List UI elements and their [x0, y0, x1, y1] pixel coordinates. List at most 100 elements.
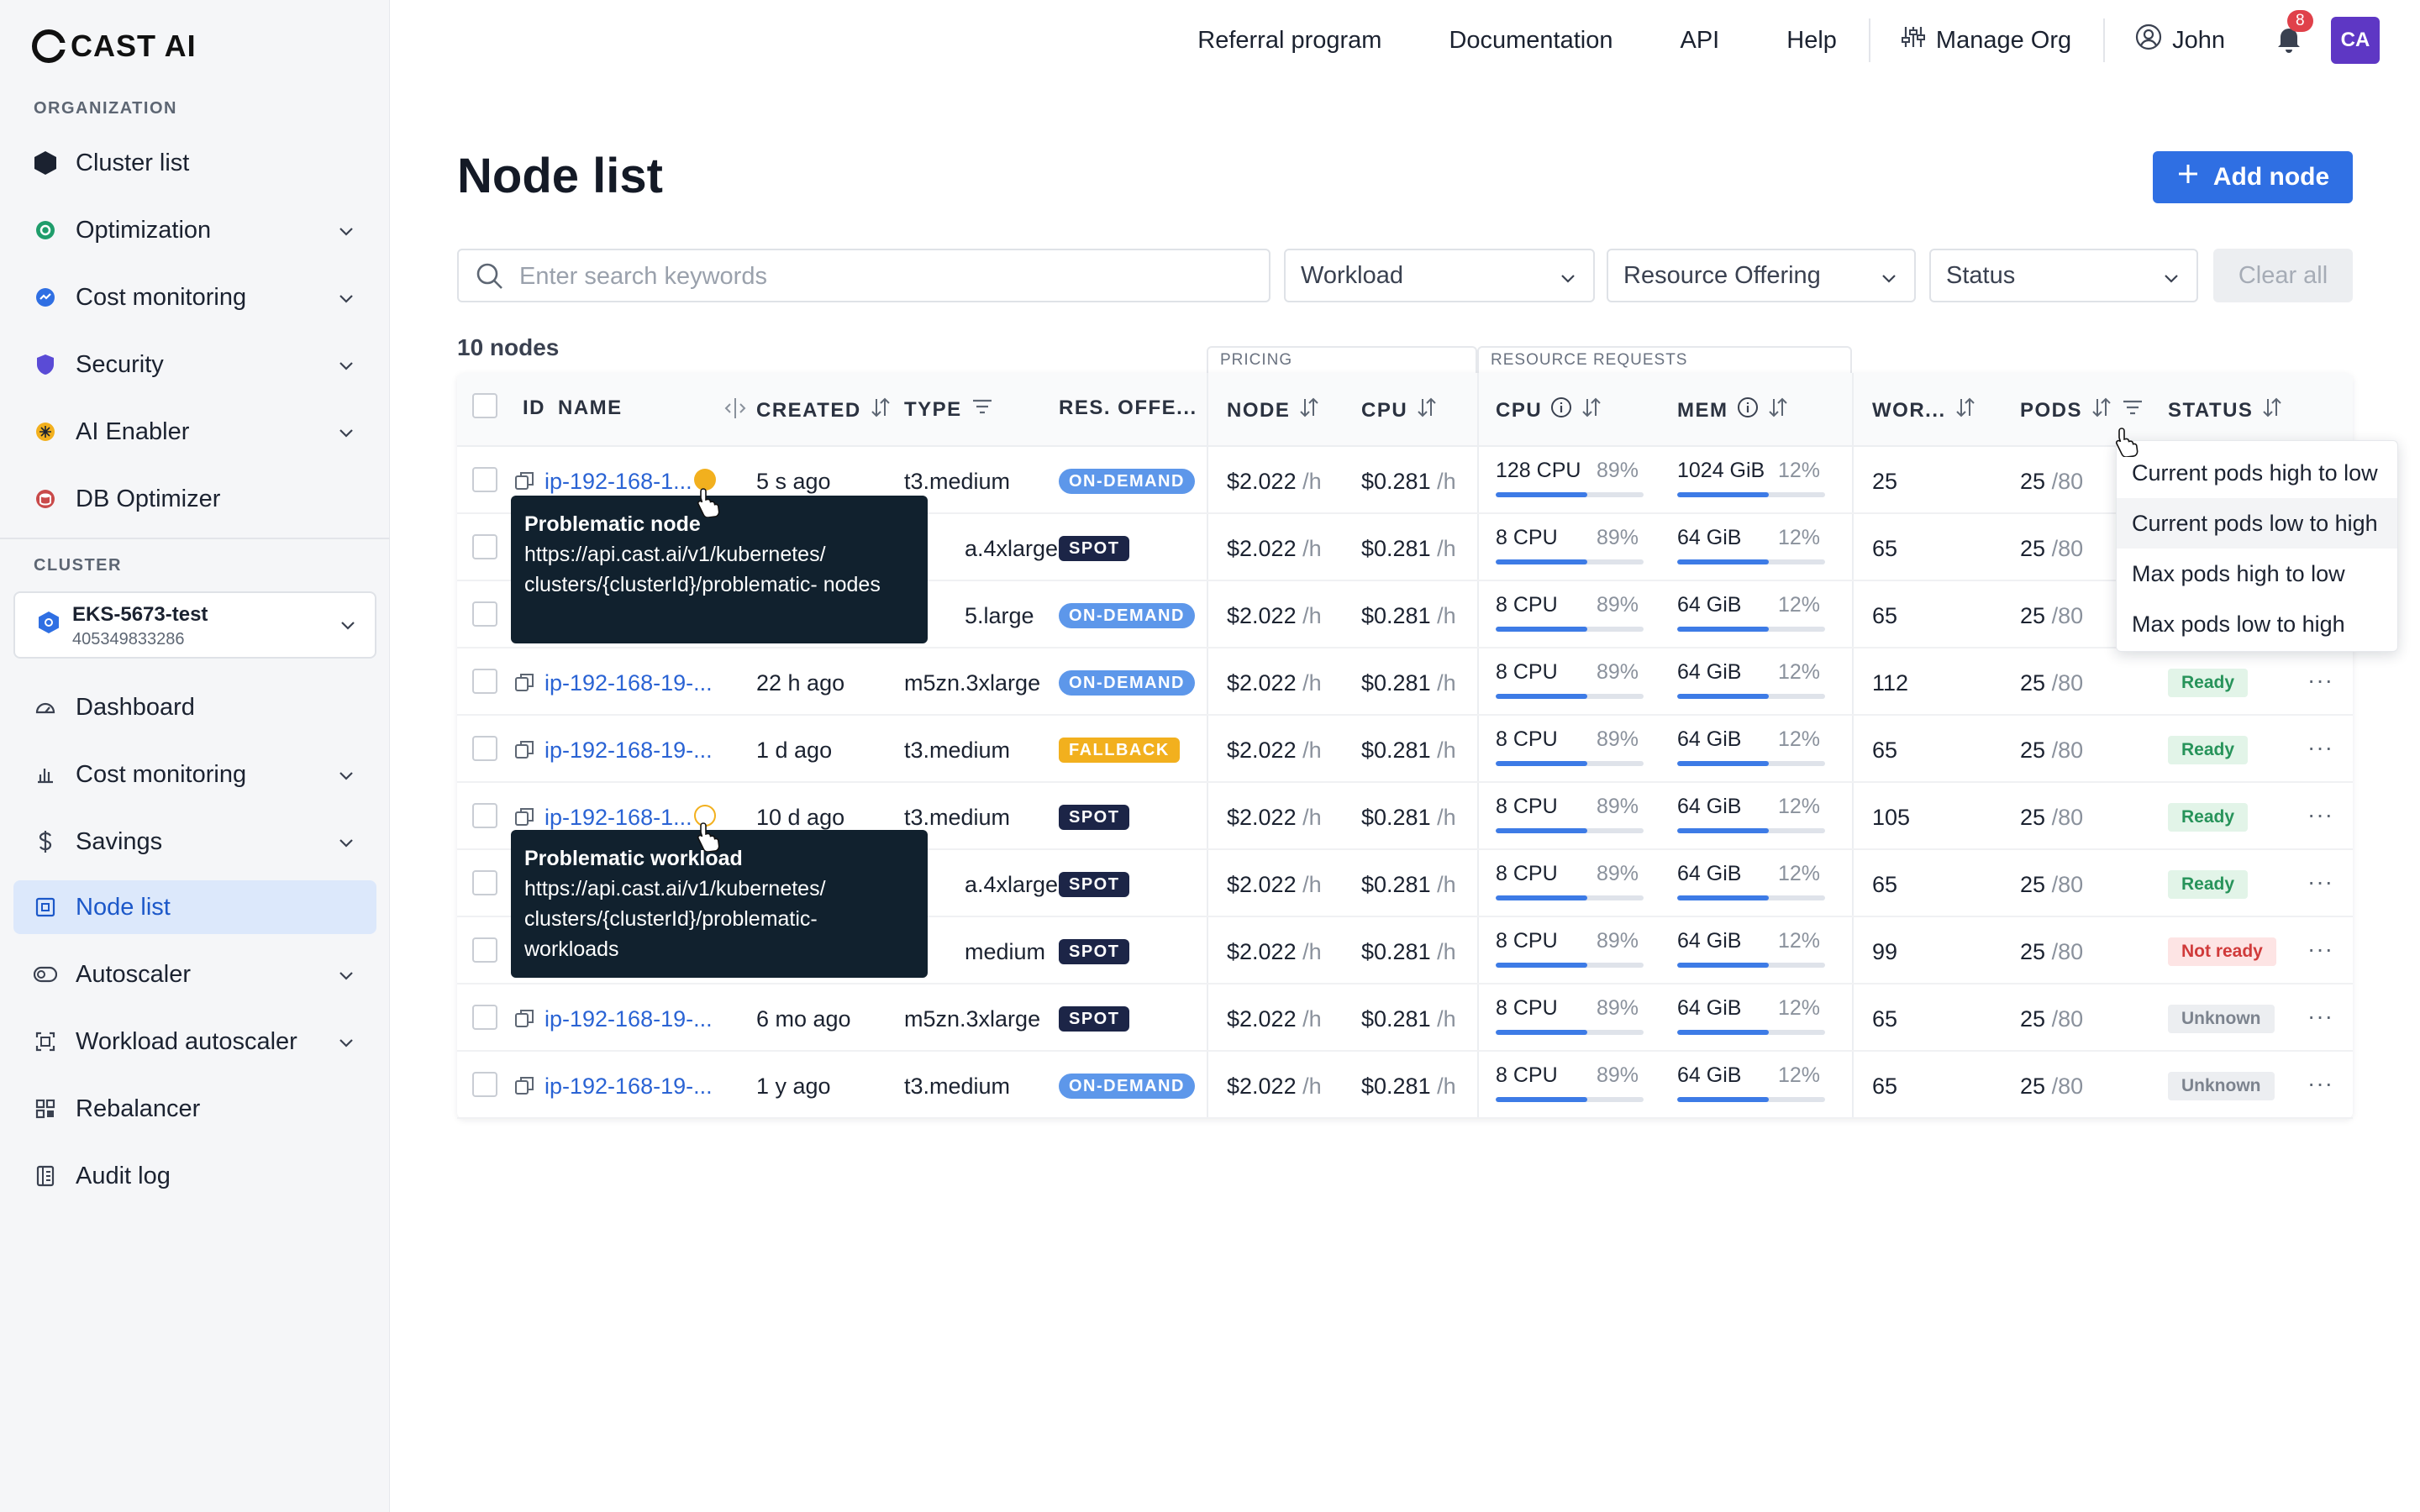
sort-option-current-high-low[interactable]: Current pods high to low — [2117, 448, 2397, 498]
sidebar-item-cluster-cost-monitoring[interactable]: Cost monitoring — [13, 748, 376, 801]
avatar[interactable]: CA — [2331, 17, 2380, 64]
copy-icon[interactable] — [514, 1008, 534, 1032]
row-checkbox[interactable] — [472, 601, 497, 627]
table-row[interactable]: ip-192-168-19-... 22 h ago m5zn.3xlarge ON-… — [457, 648, 2353, 716]
table-row[interactable]: ip-192-168-19-... 6 mo ago m5zn.3xlarge SPO… — [457, 984, 2353, 1052]
sidebar-item-savings[interactable]: Savings — [13, 815, 376, 869]
table-row[interactable]: ip-192-168-19-... 1 y ago t3.medium ON-DEMA… — [457, 1052, 2353, 1119]
sidebar-item-workload-autoscaler[interactable]: Workload autoscaler — [13, 1015, 376, 1068]
more-actions-icon[interactable]: ··· — [2307, 869, 2333, 895]
sidebar-item-db-optimizer[interactable]: DB Optimizer — [13, 472, 376, 526]
sidebar-item-security[interactable]: Security — [13, 338, 376, 391]
row-checkbox[interactable] — [472, 803, 497, 828]
notifications-button[interactable]: 8 — [2272, 10, 2313, 57]
more-actions-icon[interactable]: ··· — [2307, 936, 2333, 963]
more-actions-icon[interactable]: ··· — [2307, 1070, 2333, 1097]
workload-filter[interactable]: Workload — [1284, 249, 1595, 302]
tooltip-text: https://api.cast.ai/v1/kubernetes/ clust… — [524, 877, 826, 961]
node-name-link[interactable]: ip-192-168-19-... — [544, 670, 713, 696]
sidebar-item-autoscaler[interactable]: Autoscaler — [13, 948, 376, 1001]
node-price-cell: $2.022 /h — [1227, 536, 1322, 561]
clear-all-button[interactable]: Clear all — [2213, 249, 2353, 302]
price-unit: /h — [1302, 939, 1322, 964]
column-type[interactable]: TYPE — [904, 396, 994, 423]
audit-log-icon — [34, 1164, 57, 1188]
manage-org-link[interactable]: Manage Org — [1901, 24, 2071, 56]
column-pods[interactable]: PODS — [2020, 396, 2144, 424]
type-cell: a.4xlarge — [965, 872, 1059, 897]
node-name-link[interactable]: ip-192-168-19-... — [544, 738, 713, 764]
mem-usage-bar — [1677, 895, 1825, 900]
help-link[interactable]: Help — [1786, 27, 1837, 55]
row-checkbox[interactable] — [472, 1072, 497, 1097]
sidebar-item-node-list[interactable]: Node list — [13, 880, 376, 934]
api-link[interactable]: API — [1681, 27, 1720, 55]
node-name-link[interactable]: ip-192-168-1... — [544, 469, 692, 495]
column-workloads[interactable]: WOR... — [1872, 396, 1976, 424]
column-name[interactable]: NAME — [558, 396, 623, 420]
copy-icon[interactable] — [514, 1075, 534, 1100]
column-status[interactable]: STATUS — [2168, 396, 2283, 424]
documentation-link[interactable]: Documentation — [1449, 27, 1612, 55]
status-filter[interactable]: Status — [1929, 249, 2198, 302]
sidebar-item-cluster-list[interactable]: Cluster list — [13, 136, 376, 190]
referral-program-link[interactable]: Referral program — [1197, 27, 1381, 55]
price-unit: /h — [1437, 670, 1456, 696]
add-node-button[interactable]: Add node — [2153, 151, 2353, 203]
price-unit: /h — [1437, 469, 1456, 494]
column-resource-offering[interactable]: RES. OFFE... — [1059, 396, 1197, 420]
cluster-selector[interactable]: EKS-5673-test 405349833286 — [13, 591, 376, 659]
more-actions-icon[interactable]: ··· — [2307, 667, 2333, 694]
cpu-usage-fill — [1496, 895, 1588, 900]
more-actions-icon[interactable]: ··· — [2307, 734, 2333, 761]
cpu-usage-fill — [1496, 761, 1588, 766]
select-all-checkbox[interactable] — [472, 393, 497, 418]
workload-filter-label: Workload — [1301, 261, 1403, 289]
copy-icon[interactable] — [514, 470, 534, 495]
more-actions-icon[interactable]: ··· — [2307, 1003, 2333, 1030]
sort-icon — [870, 396, 892, 424]
copy-icon[interactable] — [514, 739, 534, 764]
row-checkbox[interactable] — [472, 870, 497, 895]
mem-request-cell: 64 GiB 12% — [1677, 727, 1820, 751]
column-node-price[interactable]: NODE — [1227, 396, 1320, 424]
node-name-link[interactable]: ip-192-168-19-... — [544, 1074, 713, 1100]
column-resize-icon[interactable] — [723, 396, 748, 420]
more-actions-icon[interactable]: ··· — [2307, 801, 2333, 828]
column-cpu-price[interactable]: CPU — [1361, 396, 1438, 424]
sidebar-item-label: AI Enabler — [76, 417, 190, 445]
user-menu[interactable]: John — [2135, 24, 2225, 57]
table-row[interactable]: ip-192-168-19-... 1 d ago t3.medium FALLBAC… — [457, 716, 2353, 783]
sidebar-item-audit-log[interactable]: Audit log — [13, 1149, 376, 1203]
row-checkbox[interactable] — [472, 669, 497, 694]
pricing-group-label: PRICING — [1207, 346, 1477, 373]
node-name-link[interactable]: ip-192-168-1... — [544, 805, 692, 831]
filter-icon — [2121, 397, 2144, 423]
sidebar-item-optimization[interactable]: Optimization — [13, 203, 376, 257]
sidebar-item-rebalancer[interactable]: Rebalancer — [13, 1082, 376, 1136]
row-checkbox[interactable] — [472, 937, 497, 963]
sort-option-current-low-high[interactable]: Current pods low to high — [2117, 498, 2397, 549]
column-created[interactable]: CREATED — [756, 396, 892, 424]
copy-icon[interactable] — [514, 672, 534, 696]
row-checkbox[interactable] — [472, 1005, 497, 1030]
sort-option-max-low-high[interactable]: Max pods low to high — [2117, 599, 2397, 649]
sidebar-item-ai-enabler[interactable]: AI Enabler — [13, 405, 376, 459]
sort-option-max-high-low[interactable]: Max pods high to low — [2117, 549, 2397, 599]
row-checkbox[interactable] — [472, 736, 497, 761]
cast-ai-logo[interactable]: CAST AI — [32, 27, 197, 66]
row-checkbox[interactable] — [472, 534, 497, 559]
search-input[interactable] — [519, 260, 1242, 292]
column-mem-requests[interactable]: MEM — [1677, 396, 1789, 424]
copy-icon[interactable] — [514, 806, 534, 831]
sidebar: CAST AI ORGANIZATION Cluster list Optimi… — [0, 0, 390, 1512]
sidebar-item-dashboard[interactable]: Dashboard — [13, 680, 376, 734]
shield-icon — [34, 353, 57, 376]
resource-offering-filter[interactable]: Resource Offering — [1607, 249, 1916, 302]
cpu-usage-fill — [1496, 828, 1588, 833]
column-cpu-requests[interactable]: CPU — [1496, 396, 1602, 424]
search-field[interactable] — [457, 249, 1270, 302]
node-name-link[interactable]: ip-192-168-19-... — [544, 1006, 713, 1032]
sidebar-item-cost-monitoring[interactable]: Cost monitoring — [13, 270, 376, 324]
row-checkbox[interactable] — [472, 467, 497, 492]
